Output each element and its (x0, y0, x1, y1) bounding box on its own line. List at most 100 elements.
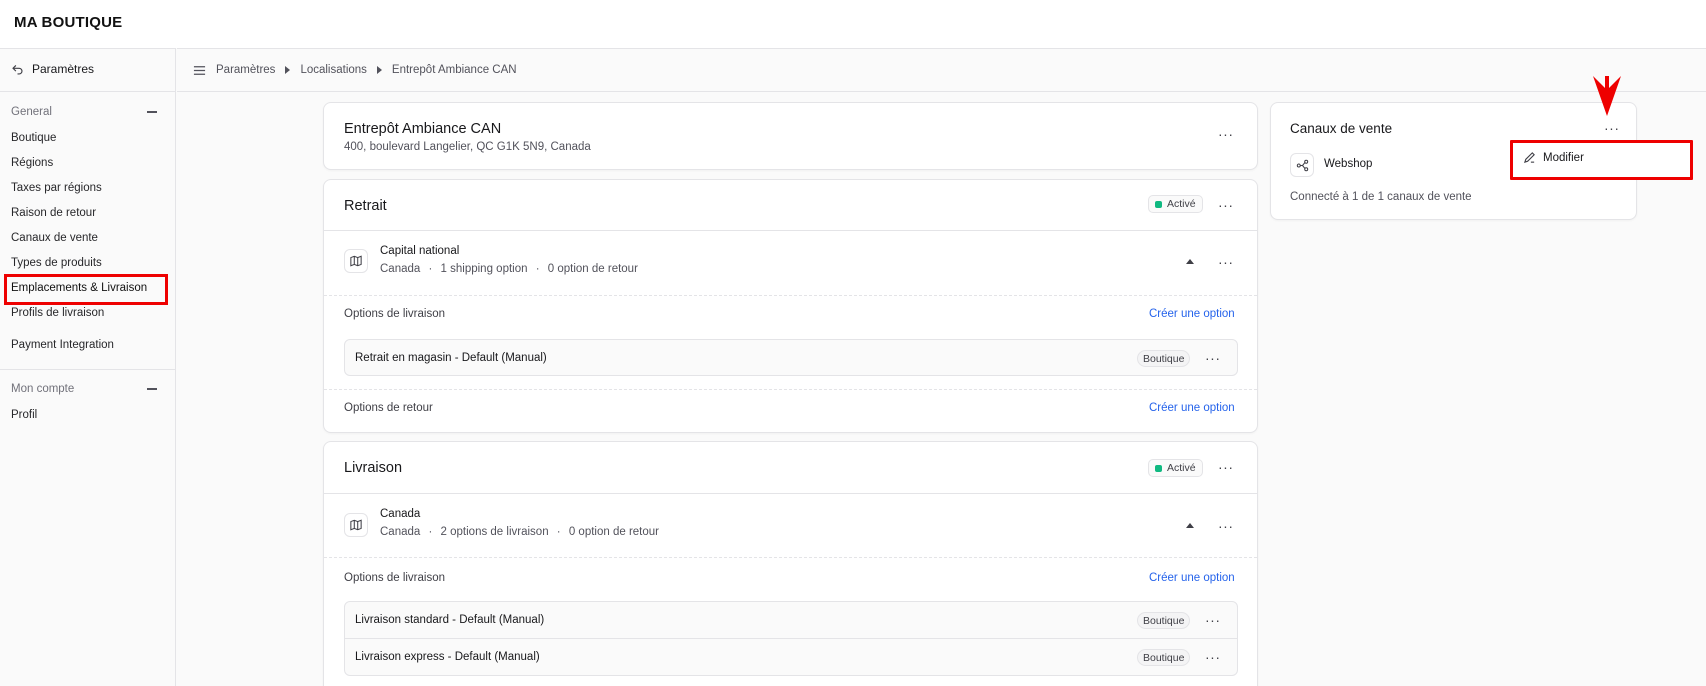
create-shipping-option-link[interactable]: Créer une option (1149, 308, 1235, 320)
section-account-toggle[interactable]: Mon compte (11, 383, 157, 395)
option-name: Livraison standard - Default (Manual) (355, 614, 545, 626)
edit-label: Modifier (1543, 151, 1584, 164)
back-arrow-icon (12, 64, 23, 75)
collapse-icon (147, 111, 157, 113)
delivery-title: Livraison (344, 460, 403, 476)
pickup-card: Retrait Activé ··· Capital national Cana… (323, 179, 1258, 433)
channel-name: Webshop (1324, 158, 1373, 170)
delivery-more-icon[interactable]: ··· (1218, 460, 1234, 474)
shipping-options-label: Options de livraison (344, 308, 445, 320)
option-tag: Boutique (1137, 612, 1191, 629)
shipping-options-label: Options de livraison (344, 572, 445, 584)
zone-map-icon (344, 249, 368, 273)
option-more-icon[interactable]: ··· (1205, 613, 1221, 627)
pickup-title: Retrait (344, 198, 387, 214)
bullet-separator: · (428, 263, 433, 275)
pickup-more-icon[interactable]: ··· (1218, 198, 1234, 212)
divider (324, 230, 1257, 231)
zone-shipping-count: 2 options de livraison (440, 526, 549, 538)
zone-shipping-count: 1 shipping option (440, 263, 528, 275)
channel-icon (1290, 153, 1314, 177)
sales-channels-summary: Connecté à 1 de 1 canaux de vente (1290, 191, 1472, 203)
section-general-toggle[interactable]: General (11, 106, 157, 118)
divider (324, 389, 1257, 390)
breadcrumb-current: Entrepôt Ambiance CAN (391, 64, 517, 76)
settings-sidebar: Paramètres General Boutique Régions Taxe… (0, 48, 176, 686)
status-badge: Activé (1148, 459, 1203, 477)
sidebar-item-shipping-profiles[interactable]: Profils de livraison (11, 307, 104, 319)
zone-more-icon[interactable]: ··· (1218, 255, 1234, 269)
sidebar-item-region-taxes[interactable]: Taxes par régions (11, 182, 102, 194)
create-shipping-option-link[interactable]: Créer une option (1149, 572, 1235, 584)
zone-return-count: 0 option de retour (547, 263, 638, 275)
status-badge-label: Activé (1167, 462, 1196, 474)
zone-name: Capital national (380, 245, 460, 257)
sidebar-divider (0, 91, 176, 92)
store-brand: MA BOUTIQUE (14, 14, 123, 31)
list-item: Livraison standard - Default (Manual) Bo… (345, 602, 1237, 639)
sidebar-item-sales-channels[interactable]: Canaux de vente (11, 232, 98, 244)
list-item: Livraison express - Default (Manual) Bou… (345, 639, 1237, 676)
breadcrumb-separator-icon (376, 66, 382, 74)
collapse-zone-icon[interactable] (1186, 259, 1194, 264)
shipping-option-list: Livraison standard - Default (Manual) Bo… (344, 601, 1238, 676)
sidebar-item-regions[interactable]: Régions (11, 157, 53, 169)
collapse-zone-icon[interactable] (1186, 523, 1194, 528)
divider (324, 295, 1257, 296)
top-bar: MA BOUTIQUE (0, 0, 1706, 48)
arrow-down-icon (1593, 76, 1621, 116)
sidebar-item-payment-integration[interactable]: Payment Integration (11, 339, 114, 351)
option-more-icon[interactable]: ··· (1205, 351, 1221, 365)
breadcrumb-separator-icon (285, 66, 291, 74)
status-dot-icon (1155, 200, 1162, 208)
edit-menu-item[interactable]: Modifier (1523, 151, 1584, 164)
section-general-label: General (11, 106, 52, 118)
zone-return-count: 0 option de retour (568, 526, 659, 538)
sales-channels-more-icon[interactable]: ··· (1604, 121, 1620, 135)
bullet-separator: · (428, 526, 433, 538)
status-dot-icon (1155, 464, 1162, 472)
delivery-card: Livraison Activé ··· Canada Canada · 2 o… (323, 441, 1258, 686)
bullet-separator: · (556, 526, 561, 538)
bullet-separator: · (535, 263, 540, 275)
sidebar-item-return-reasons[interactable]: Raison de retour (11, 207, 96, 219)
option-name: Retrait en magasin - Default (Manual) (355, 352, 547, 364)
breadcrumb: Paramètres Localisations Entrepôt Ambian… (177, 48, 1706, 92)
zone-country: Canada (380, 526, 421, 538)
back-label: Paramètres (32, 62, 95, 76)
option-name: Livraison express - Default (Manual) (355, 651, 540, 663)
zone-meta: Canada · 2 options de livraison · 0 opti… (380, 526, 659, 538)
sidebar-divider (0, 369, 176, 370)
zone-more-icon[interactable]: ··· (1218, 519, 1234, 533)
option-tag: Boutique (1137, 350, 1191, 367)
zone-name: Canada (380, 508, 421, 520)
list-item: Retrait en magasin - Default (Manual) Bo… (345, 340, 1237, 377)
collapse-icon (147, 388, 157, 390)
location-more-icon[interactable]: ··· (1218, 127, 1234, 141)
divider (324, 557, 1257, 558)
create-return-option-link[interactable]: Créer une option (1149, 402, 1235, 414)
sales-channels-title: Canaux de vente (1290, 121, 1393, 136)
zone-map-icon (344, 513, 368, 537)
location-address: 400, boulevard Langelier, QC G1K 5N9, Ca… (344, 141, 591, 153)
menu-icon[interactable] (193, 64, 206, 77)
pencil-icon (1523, 152, 1535, 164)
sidebar-item-boutique[interactable]: Boutique (11, 132, 56, 144)
section-account-label: Mon compte (11, 383, 75, 395)
divider (324, 493, 1257, 494)
shipping-option-list: Retrait en magasin - Default (Manual) Bo… (344, 339, 1238, 376)
channel-actions-dropdown: Modifier (1510, 140, 1693, 180)
location-header-card: Entrepôt Ambiance CAN 400, boulevard Lan… (323, 102, 1258, 170)
option-tag: Boutique (1137, 649, 1191, 666)
breadcrumb-settings[interactable]: Paramètres (216, 64, 275, 76)
zone-country: Canada (380, 263, 421, 275)
back-to-settings-link[interactable]: Paramètres (11, 62, 94, 76)
highlight-box-locations (4, 274, 168, 305)
breadcrumb-locations[interactable]: Localisations (300, 64, 366, 76)
status-badge-label: Activé (1167, 198, 1196, 210)
zone-meta: Canada · 1 shipping option · 0 option de… (380, 263, 638, 275)
location-name: Entrepôt Ambiance CAN (344, 121, 502, 137)
sidebar-item-product-types[interactable]: Types de produits (11, 257, 102, 269)
sidebar-item-profile[interactable]: Profil (11, 409, 37, 421)
option-more-icon[interactable]: ··· (1205, 650, 1221, 664)
